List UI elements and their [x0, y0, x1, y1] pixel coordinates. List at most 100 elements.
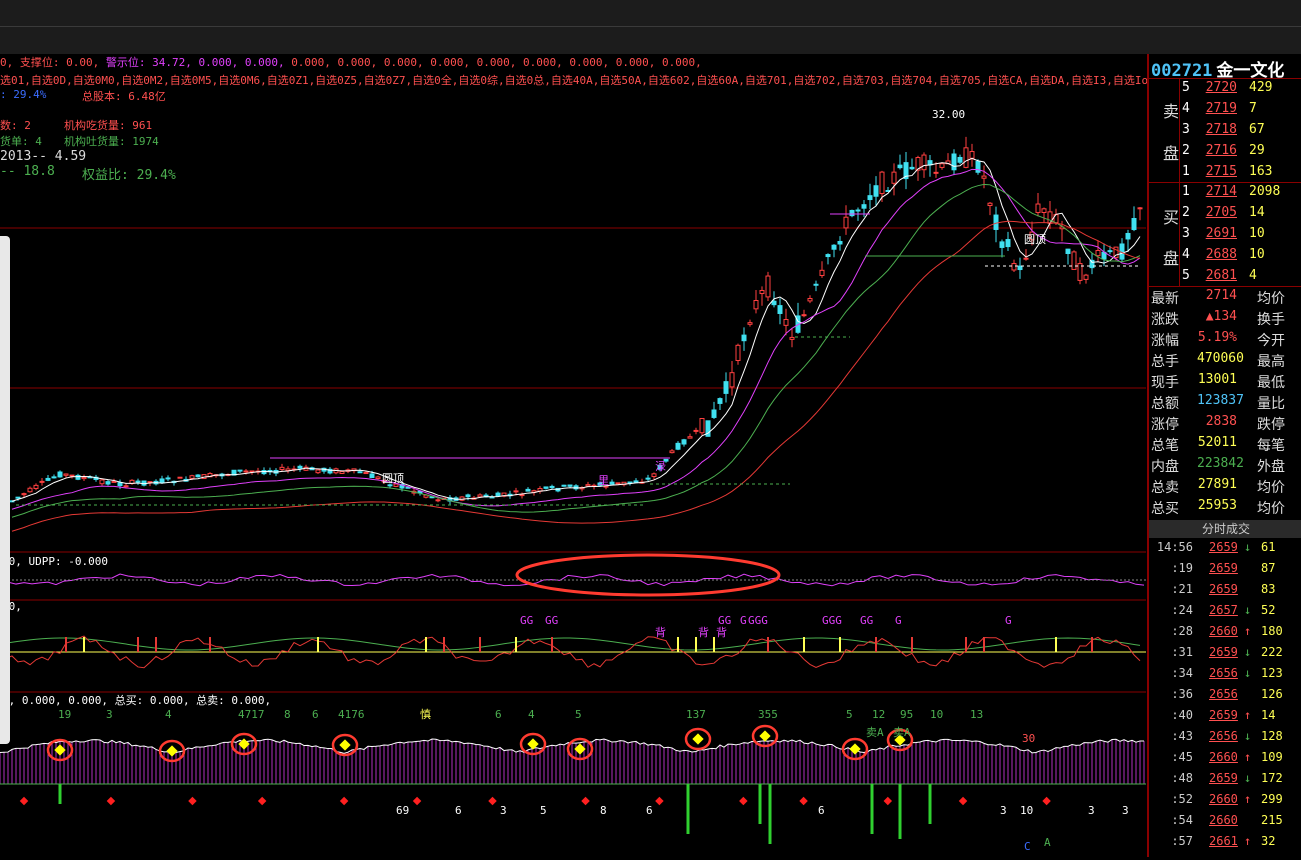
- candle-body: [1095, 250, 1101, 257]
- candle-body: [81, 476, 87, 480]
- pattern-tag-2: 圆顶: [1024, 233, 1046, 246]
- candle-body: [585, 484, 591, 487]
- tick-row[interactable]: :43 2656 ↓ 128: [1149, 729, 1301, 750]
- stat-value: 223842: [1197, 456, 1244, 471]
- tick-volume: 109: [1261, 750, 1283, 764]
- tick-row[interactable]: :54 2660 215: [1149, 813, 1301, 834]
- info-row-5: -- 18.8 权益比: 29.4%: [0, 164, 176, 183]
- tick-row[interactable]: :57 2661 ↑ 32: [1149, 834, 1301, 855]
- candle-body: [699, 418, 705, 434]
- tick-row[interactable]: :24 2657 ↓ 52: [1149, 603, 1301, 624]
- ask-level: 2: [1182, 143, 1190, 158]
- candle-body: [189, 475, 195, 479]
- bid-volume: 14: [1249, 205, 1265, 220]
- stat-row: 总买 25953 均价: [1149, 498, 1301, 519]
- ask-level: 4: [1182, 101, 1190, 116]
- candle-body: [135, 480, 141, 483]
- candle-body: [1017, 265, 1023, 271]
- buysell-top-number: 4: [528, 708, 535, 721]
- signal-mark: 背: [655, 625, 666, 639]
- highlight-ellipse: [515, 553, 781, 597]
- tick-arrow-icon: ↑: [1244, 792, 1252, 806]
- candle-body: [735, 344, 741, 361]
- candle-body: [117, 482, 123, 487]
- buy-label: 买: [1163, 208, 1180, 227]
- red-diamond-icon: [1042, 796, 1051, 806]
- stat-key: 现手: [1151, 375, 1179, 391]
- bid-row[interactable]: 1 2714 2098: [1149, 184, 1301, 205]
- red-diamond-icon: [958, 796, 968, 806]
- signal-mark: G: [895, 614, 902, 627]
- tick-row[interactable]: :19 2659 87: [1149, 561, 1301, 582]
- tick-row[interactable]: :31 2659 ↓ 222: [1149, 645, 1301, 666]
- candle-body: [1137, 207, 1143, 210]
- candle-body: [57, 471, 63, 478]
- tick-volume: 14: [1261, 708, 1276, 722]
- sell-label: 卖: [1163, 102, 1180, 121]
- buysell-top-number: 10: [930, 708, 943, 721]
- tick-volume: 180: [1261, 624, 1283, 638]
- tick-row[interactable]: :21 2659 83: [1149, 582, 1301, 603]
- candle-body: [195, 474, 201, 478]
- candle-body: [513, 490, 519, 493]
- buysell-bottom-number: 69: [396, 804, 409, 817]
- info-row-3: 货单: 4 机构吐货量: 1974: [0, 135, 159, 148]
- candle-body: [633, 480, 639, 484]
- tick-row[interactable]: :28 2660 ↑ 180: [1149, 624, 1301, 645]
- candle-body: [831, 244, 837, 250]
- candle-body: [1131, 218, 1137, 231]
- indicator-part: 0.000, 0.000, 0.000, 0.000, 0.000, 0.000…: [291, 56, 702, 69]
- info-row-1: : 29.4% 总股本: 6.48亿: [0, 88, 166, 103]
- bid-price: 2714: [1205, 184, 1237, 199]
- tick-row[interactable]: :45 2660 ↑ 109: [1149, 750, 1301, 771]
- candle-body: [21, 493, 27, 496]
- candle-body: [759, 289, 765, 295]
- stat-value: ▲134: [1205, 309, 1237, 324]
- indicator-part: 34.72, 0.000, 0.000,: [152, 56, 292, 69]
- tick-price: 2660: [1209, 750, 1238, 764]
- bid-level: 3: [1182, 226, 1190, 241]
- tick-time: 14:56: [1156, 540, 1193, 554]
- candle-body: [645, 477, 651, 480]
- stat-row: 现手 13001 最低: [1149, 372, 1301, 393]
- stat-key: 总笔: [1151, 438, 1179, 454]
- bid-row[interactable]: 3 2691 10: [1149, 226, 1301, 247]
- tick-row[interactable]: :36 2656 126: [1149, 687, 1301, 708]
- sell-label-2: 盘: [1163, 144, 1180, 163]
- buysell-panel-label: 0, 0.000, 0.000, 总买: 0.000, 总卖: 0.000,: [2, 693, 271, 707]
- ask-price: 2715: [1205, 164, 1237, 179]
- buysell-tag: C: [1024, 840, 1031, 853]
- tick-arrow-icon: ↓: [1244, 729, 1252, 743]
- tick-row[interactable]: :48 2659 ↓ 172: [1149, 771, 1301, 792]
- kline-chart-area[interactable]: 32.00 圆顶 圆顶 渌 里 00, UDPP: -0.000 00, GG G…: [0, 54, 1148, 857]
- candle-body: [975, 160, 981, 173]
- candle-body: [279, 466, 285, 471]
- candle-body: [1041, 208, 1047, 213]
- candle-body: [729, 372, 735, 388]
- tick-volume: 83: [1261, 582, 1276, 596]
- tick-price: 2661: [1209, 834, 1238, 848]
- tick-row[interactable]: :52 2660 ↑ 299: [1149, 792, 1301, 813]
- ma-line: [11, 157, 1141, 502]
- candle-body: [753, 300, 759, 310]
- indicator-part: 警示位:: [105, 56, 153, 69]
- udpp-label: 00, UDPP: -0.000: [2, 555, 108, 568]
- collapsed-side-panel[interactable]: [0, 236, 10, 744]
- candle-body: [855, 209, 861, 212]
- tick-time: :54: [1171, 813, 1193, 827]
- candle-body: [849, 209, 855, 217]
- tick-row[interactable]: :34 2656 ↓ 123: [1149, 666, 1301, 687]
- candle-body: [891, 171, 897, 184]
- stat-key-2: 每笔: [1257, 438, 1285, 454]
- buysell-bottom-number: 10: [1020, 804, 1033, 817]
- candle-body: [573, 485, 579, 490]
- watchlist-line[interactable]: 选01,自选0D,自选0M0,自选0M2,自选0M5,自选0M6,自选0Z1,自…: [0, 72, 1148, 88]
- red-diamond-icon: [655, 796, 664, 806]
- bid-price: 2688: [1205, 247, 1237, 262]
- tick-row[interactable]: :40 2659 ↑ 14: [1149, 708, 1301, 729]
- tick-price: 2659: [1209, 771, 1238, 785]
- tick-row[interactable]: 14:56 2659 ↓ 61: [1149, 540, 1301, 561]
- red-diamond-icon: [412, 796, 422, 806]
- tick-price: 2659: [1209, 645, 1238, 659]
- candle-body: [543, 486, 549, 489]
